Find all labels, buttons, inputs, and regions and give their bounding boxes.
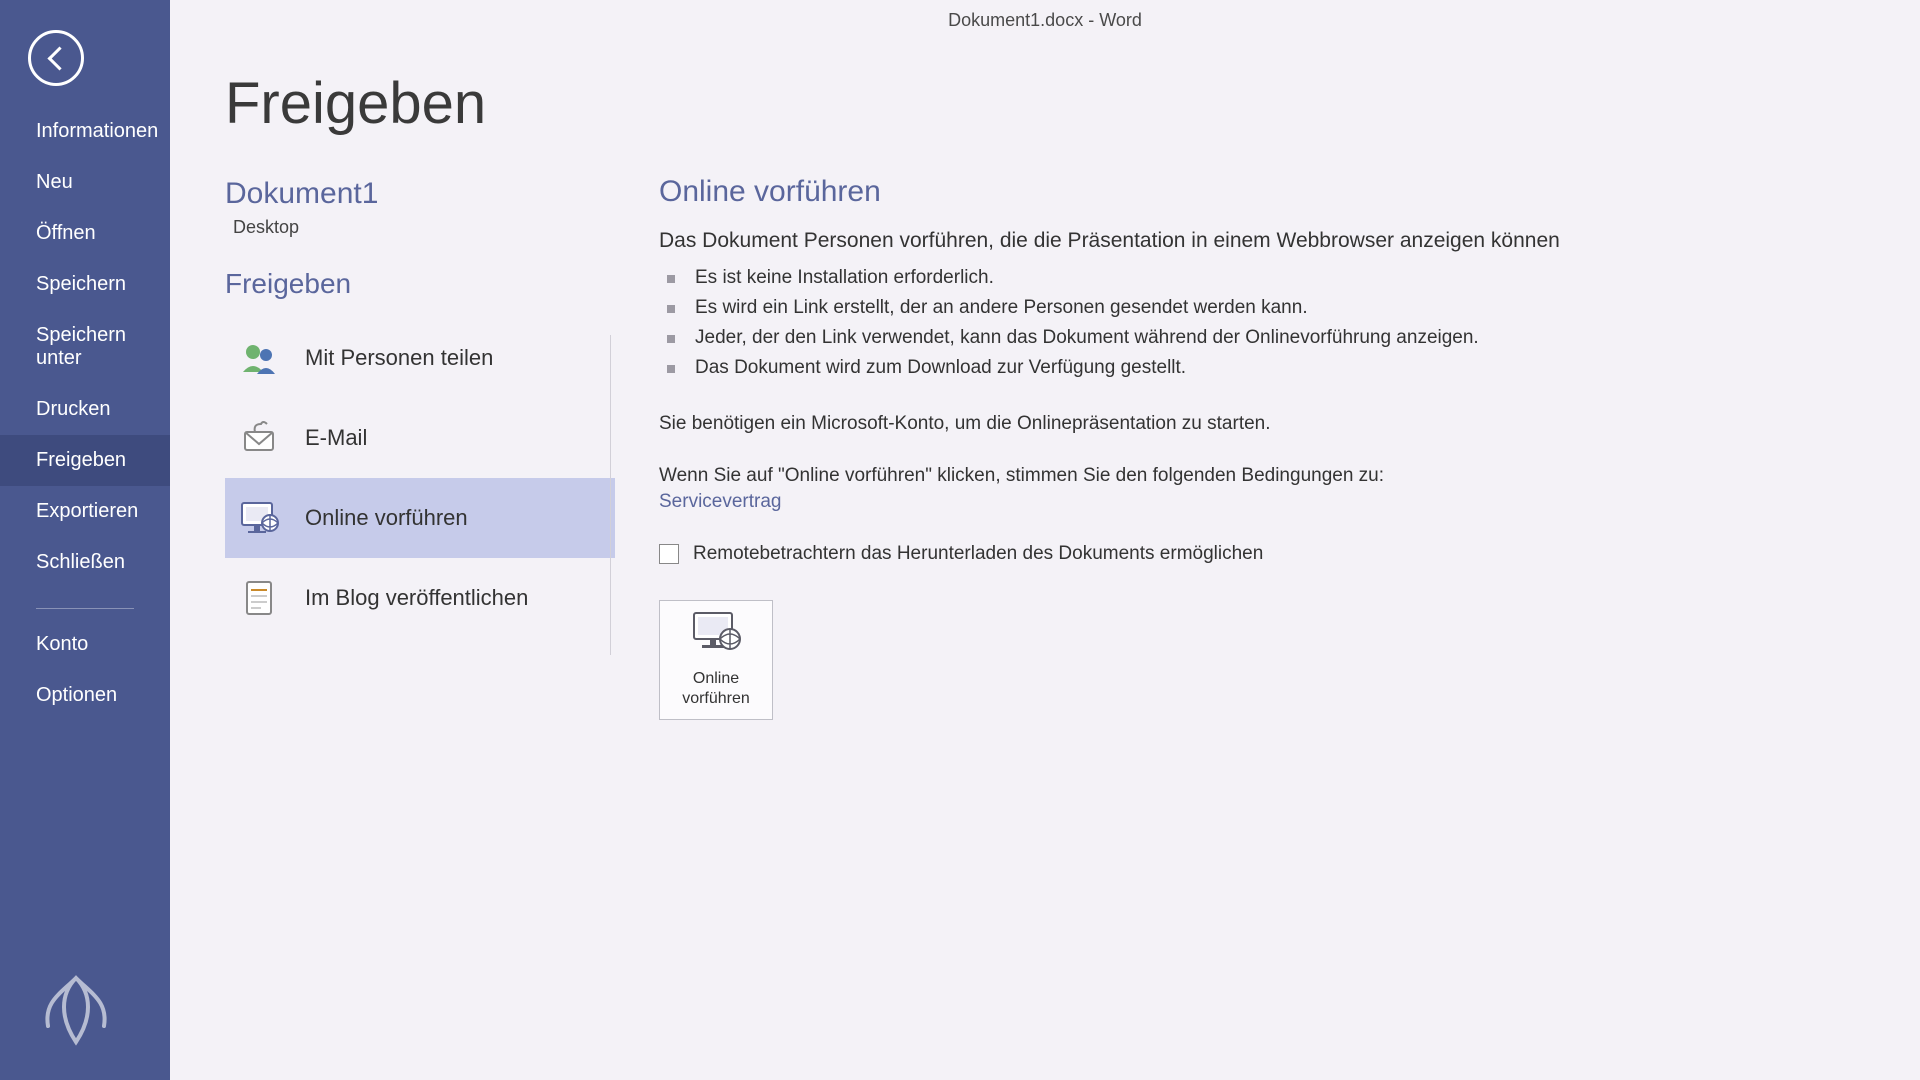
present-button-line2: vorführen (682, 689, 750, 709)
share-option-label: Im Blog veröffentlichen (305, 585, 528, 611)
nav-exportieren[interactable]: Exportieren (0, 486, 170, 537)
nav-optionen[interactable]: Optionen (0, 670, 170, 721)
detail-lead: Das Dokument Personen vorführen, die die… (659, 229, 1920, 253)
bullet-item: Das Dokument wird zum Download zur Verfü… (659, 353, 1920, 383)
nav-speichern-unter[interactable]: Speichern unter (0, 310, 170, 384)
present-button-line1: Online (693, 669, 739, 689)
nav-informationen[interactable]: Informationen (0, 106, 170, 157)
nav-separator (36, 608, 134, 609)
present-online-button-icon (690, 611, 742, 661)
share-detail-panel: Online vorführen Das Dokument Personen v… (611, 0, 1920, 1080)
allow-download-label: Remotebetrachtern das Herunterladen des … (693, 543, 1263, 565)
blog-icon (235, 574, 283, 622)
nav-freigeben[interactable]: Freigeben (0, 435, 170, 486)
window-title: Dokument1.docx - Word (170, 0, 1920, 40)
back-button[interactable] (28, 30, 84, 86)
present-online-button[interactable]: Online vorführen (659, 600, 773, 720)
nav-schliessen[interactable]: Schließen (0, 537, 170, 588)
bullet-item: Jeder, der den Link verwendet, kann das … (659, 323, 1920, 353)
page-title: Freigeben (225, 70, 610, 137)
backstage-sidebar: Informationen Neu Öffnen Speichern Speic… (0, 0, 170, 1080)
share-invite-people[interactable]: Mit Personen teilen (225, 318, 615, 398)
app-logo-icon (36, 970, 116, 1050)
nav-oeffnen[interactable]: Öffnen (0, 208, 170, 259)
share-subheading: Freigeben (225, 268, 610, 300)
share-present-online[interactable]: Online vorführen (225, 478, 615, 558)
present-online-icon (235, 494, 283, 542)
share-option-label: Mit Personen teilen (305, 345, 493, 371)
share-option-list: Mit Personen teilen E-Mail (225, 318, 615, 638)
share-option-label: E-Mail (305, 425, 367, 451)
document-location: Desktop (233, 217, 610, 238)
bullet-item: Es ist keine Installation erforderlich. (659, 263, 1920, 293)
service-agreement-link[interactable]: Servicevertrag (659, 491, 782, 512)
bullet-item: Es wird ein Link erstellt, der an andere… (659, 293, 1920, 323)
allow-download-checkbox[interactable] (659, 544, 679, 564)
nav-speichern[interactable]: Speichern (0, 259, 170, 310)
people-icon (235, 334, 283, 382)
share-email[interactable]: E-Mail (225, 398, 615, 478)
need-account-text: Sie benötigen ein Microsoft-Konto, um di… (659, 413, 1920, 435)
back-arrow-icon (47, 46, 71, 70)
detail-title: Online vorführen (659, 175, 1920, 209)
agree-text: Wenn Sie auf "Online vorführen" klicken,… (659, 465, 1920, 487)
nav-neu[interactable]: Neu (0, 157, 170, 208)
nav-drucken[interactable]: Drucken (0, 384, 170, 435)
share-blog[interactable]: Im Blog veröffentlichen (225, 558, 615, 638)
share-middle-panel: Freigeben Dokument1 Desktop Freigeben Mi… (170, 0, 610, 1080)
share-option-label: Online vorführen (305, 505, 468, 531)
nav-konto[interactable]: Konto (0, 619, 170, 670)
allow-download-row[interactable]: Remotebetrachtern das Herunterladen des … (659, 543, 1920, 565)
email-icon (235, 414, 283, 462)
document-name: Dokument1 (225, 177, 610, 211)
detail-bullets: Es ist keine Installation erforderlich. … (659, 263, 1920, 383)
